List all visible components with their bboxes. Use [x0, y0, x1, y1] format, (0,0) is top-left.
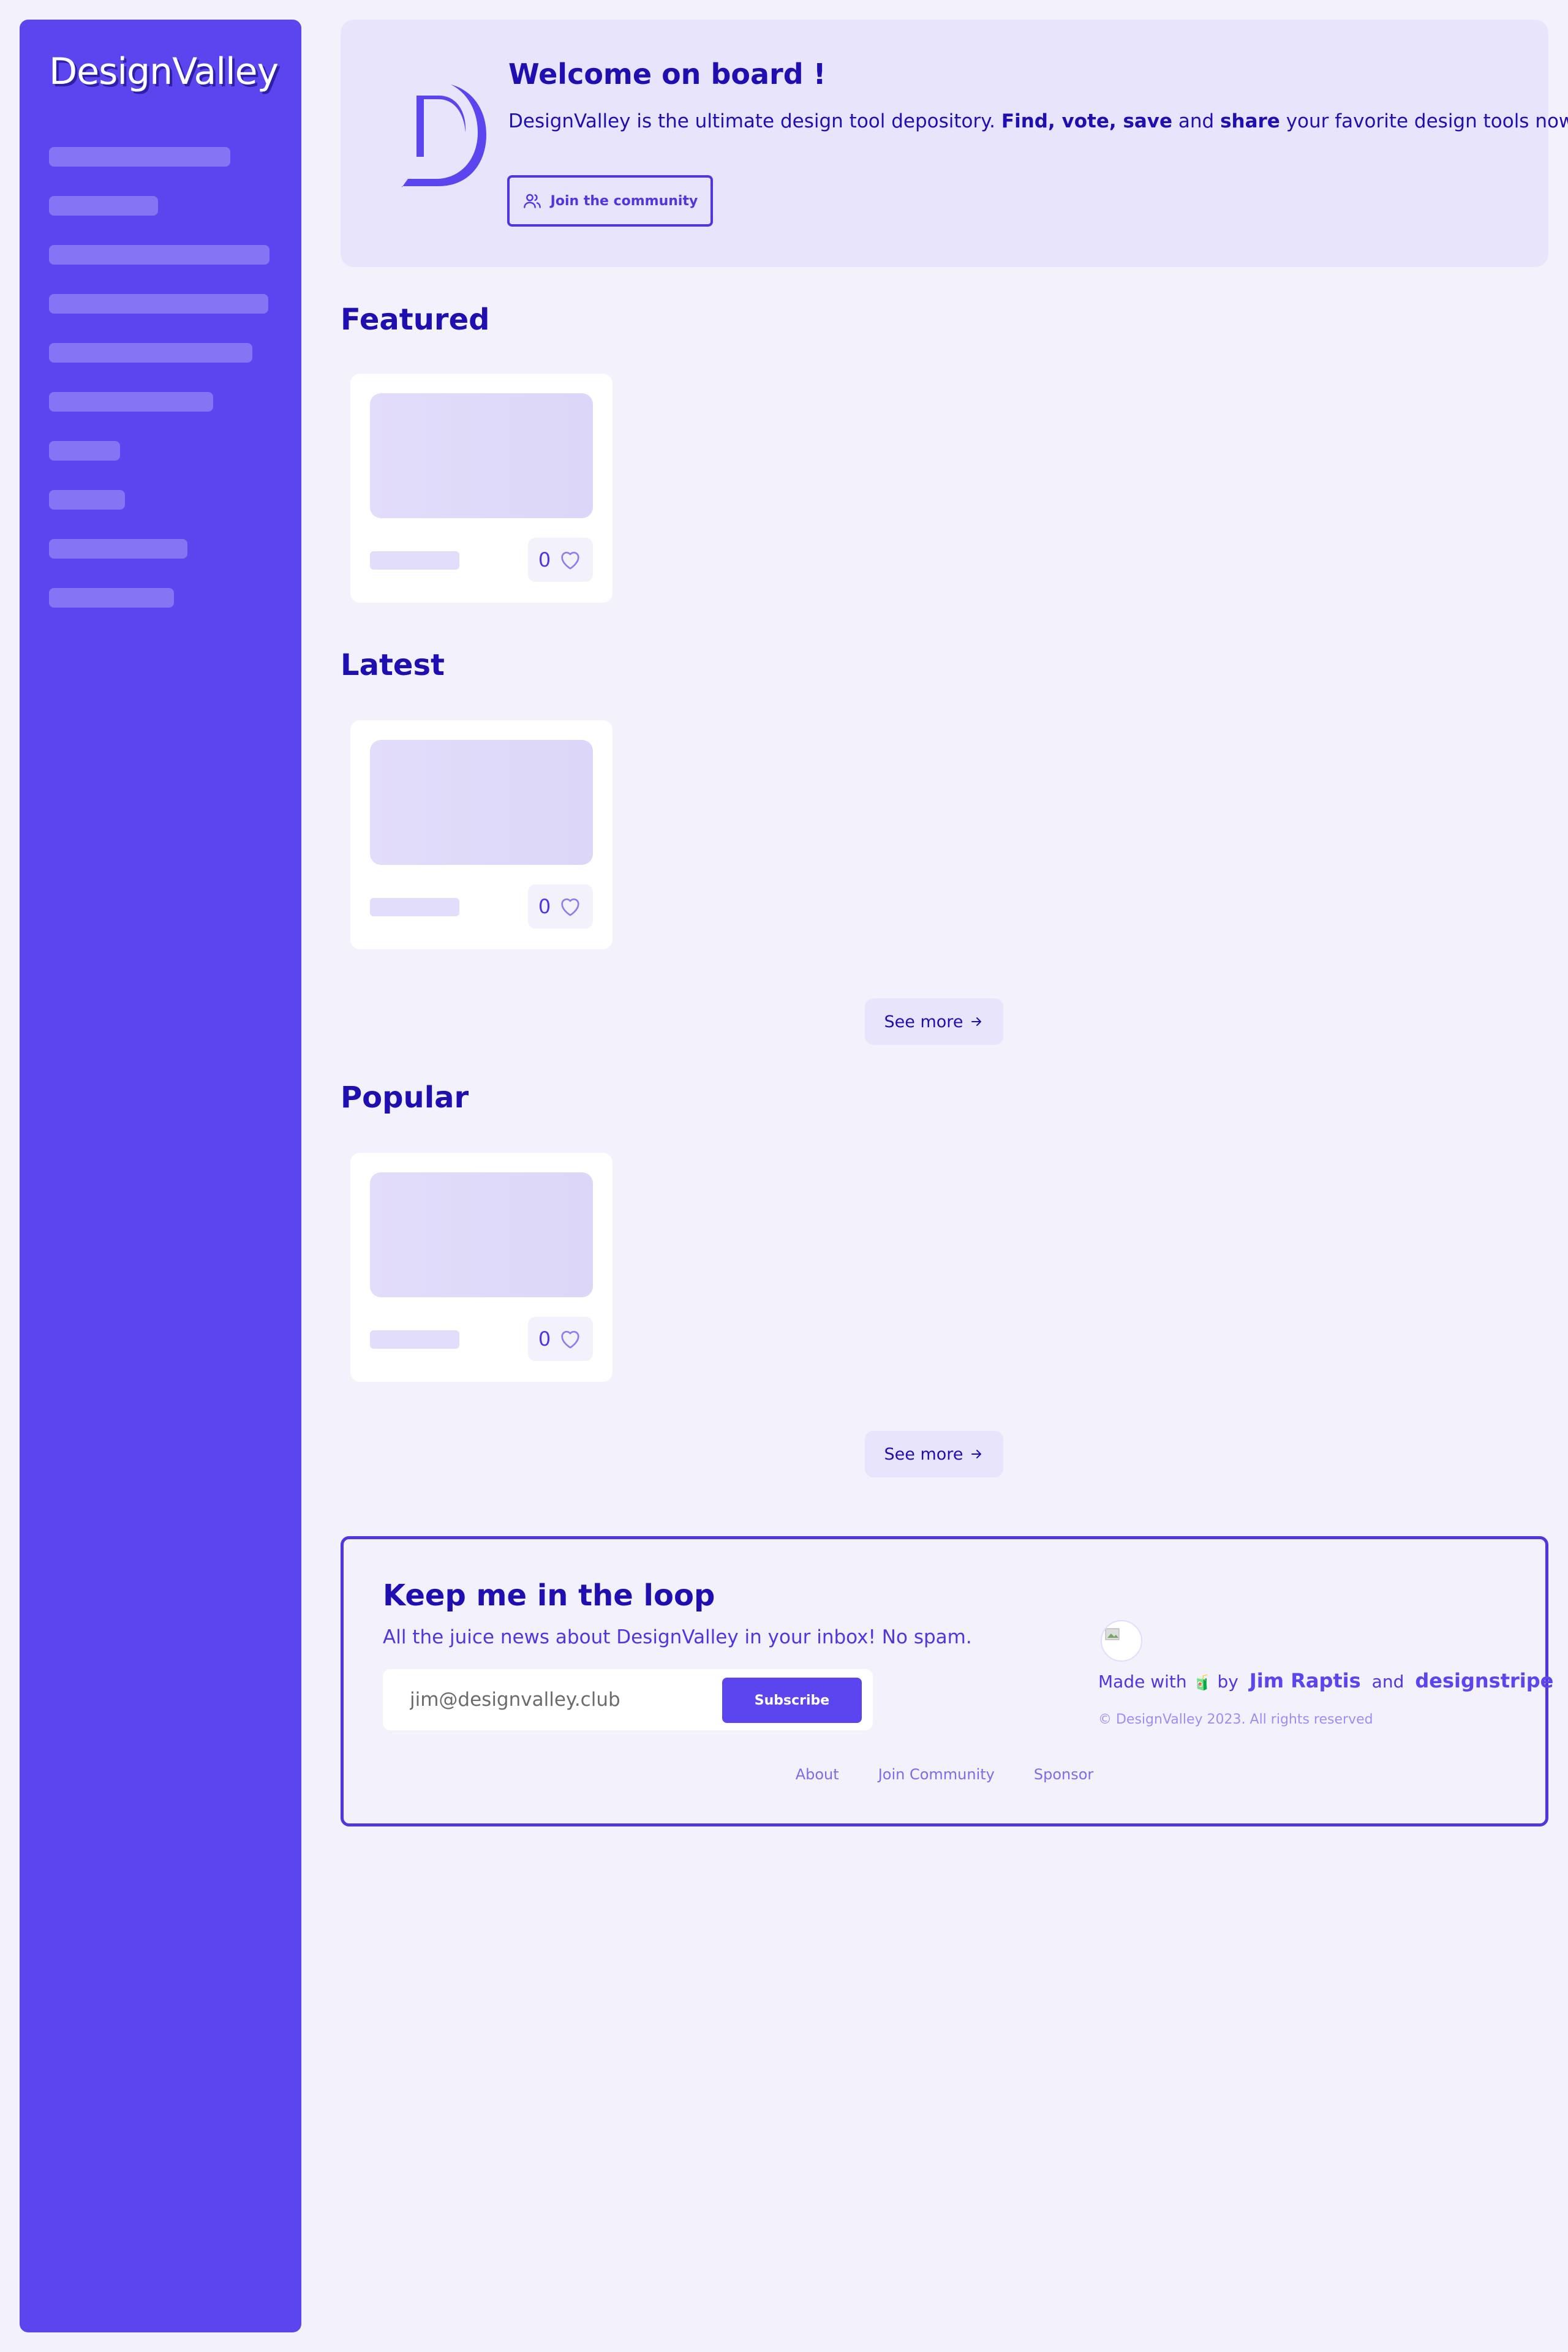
juice-emoji-icon: 🧃 [1193, 1674, 1212, 1691]
featured-tool-card[interactable]: 0 [350, 374, 612, 603]
designstripe-link[interactable]: designstripe [1415, 1669, 1553, 1692]
sidebar-item-placeholder[interactable] [49, 588, 174, 608]
users-icon [523, 194, 541, 208]
subscribe-button[interactable]: Subscribe [722, 1678, 862, 1723]
like-button[interactable]: 0 [528, 538, 593, 582]
sidebar-item-placeholder[interactable] [49, 490, 125, 510]
see-more-latest-button[interactable]: See more [865, 998, 1003, 1045]
heart-icon [561, 1330, 579, 1349]
like-count: 0 [538, 548, 551, 571]
copyright-text: © DesignValley 2023. All rights reserved [1098, 1712, 1373, 1727]
author-link[interactable]: Jim Raptis [1250, 1669, 1361, 1692]
see-more-label: See more [884, 1012, 963, 1031]
sidebar-item-placeholder[interactable] [49, 196, 158, 216]
newsletter-subtitle: All the juice news about DesignValley in… [383, 1626, 972, 1648]
arrow-right-icon [971, 1017, 982, 1026]
newsletter-title: Keep me in the loop [383, 1578, 715, 1613]
sidebar-item-placeholder[interactable] [49, 343, 252, 363]
latest-tool-card[interactable]: 0 [350, 720, 612, 949]
sidebar-item-placeholder[interactable] [49, 539, 187, 559]
tool-name-placeholder [370, 551, 459, 570]
arrow-right-icon [971, 1450, 982, 1458]
logo[interactable]: DesignValley [49, 50, 279, 93]
popular-tool-card[interactable]: 0 [350, 1153, 612, 1382]
footer-link-join-community[interactable]: Join Community [878, 1766, 995, 1783]
footer-link-sponsor[interactable]: Sponsor [1034, 1766, 1093, 1783]
like-count: 0 [538, 1327, 551, 1351]
sidebar-item-placeholder[interactable] [49, 147, 230, 167]
broken-image-icon [1105, 1628, 1120, 1640]
email-input[interactable] [383, 1669, 714, 1730]
welcome-banner: Welcome on board ! DesignValley is the u… [341, 20, 1568, 267]
tool-image-placeholder [370, 740, 593, 865]
newsletter-footer: Keep me in the loop All the juice news a… [341, 1536, 1553, 1826]
made-with-text: Made with [1098, 1672, 1187, 1692]
sidebar-item-placeholder[interactable] [49, 392, 213, 412]
welcome-title: Welcome on board ! [508, 58, 826, 91]
made-with-credit: Made with 🧃 by Jim Raptis and designstri… [1098, 1669, 1553, 1692]
heart-icon [561, 898, 579, 916]
join-community-button[interactable]: Join the community [507, 175, 713, 227]
newsletter-form: Subscribe [383, 1669, 873, 1730]
footer-link-about[interactable]: About [796, 1766, 839, 1783]
like-button[interactable]: 0 [528, 1317, 593, 1361]
sidebar-item-placeholder[interactable] [49, 245, 270, 265]
author-avatar [1101, 1620, 1142, 1662]
join-community-label: Join the community [550, 193, 698, 209]
tool-image-placeholder [370, 393, 593, 518]
like-count: 0 [538, 895, 551, 918]
footer-nav: About Join Community Sponsor [344, 1766, 1545, 1783]
designvalley-d-logo-icon [402, 85, 486, 187]
and-text: and [1371, 1672, 1404, 1692]
heart-icon [561, 551, 579, 570]
featured-section-title: Featured [341, 303, 490, 337]
popular-section-title: Popular [341, 1080, 469, 1115]
sidebar-item-placeholder[interactable] [49, 441, 120, 461]
sidebar: DesignValley [20, 20, 301, 2332]
see-more-popular-button[interactable]: See more [865, 1431, 1003, 1477]
tool-image-placeholder [370, 1172, 593, 1297]
see-more-label: See more [884, 1444, 963, 1464]
latest-section-title: Latest [341, 648, 445, 682]
welcome-description: DesignValley is the ultimate design tool… [508, 110, 1568, 132]
tool-name-placeholder [370, 898, 459, 916]
like-button[interactable]: 0 [528, 884, 593, 929]
tool-name-placeholder [370, 1330, 459, 1349]
by-text: by [1217, 1672, 1238, 1692]
sidebar-item-placeholder[interactable] [49, 294, 268, 314]
